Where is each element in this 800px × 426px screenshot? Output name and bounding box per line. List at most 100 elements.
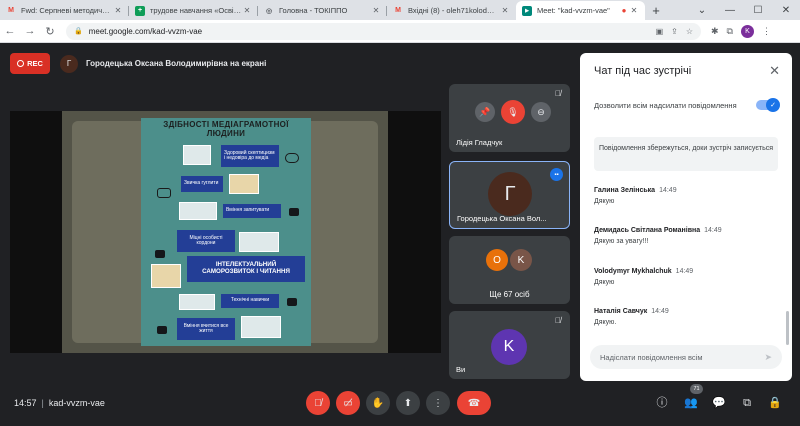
shared-screen[interactable]: ЗДІБНОСТІ МЕДІАГРАМОТНОЇ ЛЮДИНИ Здоровий… (10, 111, 441, 353)
tab-title: Meet: "kad-vvzm-vae" (537, 6, 610, 15)
new-tab-button[interactable]: + (645, 1, 667, 20)
avatar: О (486, 249, 508, 271)
chat-title: Чат під час зустрічі (594, 65, 692, 77)
lock-icon[interactable]: 🔒 (74, 27, 83, 35)
participant-tile[interactable]: 🎙̸ 📌 🎙 ⊖ Лідія Гладчук (449, 84, 570, 152)
chat-scrollbar[interactable] (786, 311, 789, 345)
raise-hand-button[interactable]: ✋ (366, 391, 390, 415)
speaking-indicator-icon: ▪▪ (550, 168, 563, 181)
more-participants-tile[interactable]: О K Ще 67 осіб (449, 236, 570, 304)
gear-icon (289, 208, 299, 216)
chat-input-placeholder: Надіслати повідомлення всім (600, 352, 703, 362)
browser-tab[interactable]: ◎ Головна - ТОКІППО ✕ (258, 1, 387, 20)
people-icon[interactable]: 👥 (682, 394, 700, 412)
message-time: 14:49 (704, 227, 722, 234)
glasses-icon (157, 188, 171, 198)
close-tab-icon[interactable]: ✕ (629, 6, 639, 15)
leave-call-button[interactable]: ☎ (457, 391, 491, 415)
close-tab-icon[interactable]: ✕ (242, 6, 252, 15)
window-controls: ⌄ — ☐ ✕ (688, 0, 800, 20)
meet-window: REC Г Городецька Оксана Володимирівна на… (0, 43, 800, 426)
activities-icon[interactable]: ⧉ (738, 394, 756, 412)
browser-toolbar: ← → ↻ 🔒 meet.google.com/kad-vvzm-vae ▣ ⇪… (0, 20, 800, 43)
close-tab-icon[interactable]: ✕ (500, 6, 510, 15)
participant-avatar: Г (488, 172, 532, 216)
share-icon[interactable]: ⇪ (671, 27, 678, 36)
camera-off-icon: ▭̸ (343, 397, 353, 409)
slide-item-highlight: ІНТЕЛЕКТУАЛЬНИЙ САМОРОЗВИТОК І ЧИТАННЯ (187, 256, 305, 282)
browser-tab[interactable]: M Fwd: Серпневі методичні сту ✕ (0, 1, 129, 20)
recording-badge[interactable]: REC (10, 53, 50, 74)
gmail-icon: M (8, 7, 14, 14)
message-author: Наталія Савчук (594, 308, 648, 315)
browser-tab[interactable]: M Вхідні (8) - oleh71kolod@gm ✕ (387, 1, 516, 20)
extensions-icon[interactable]: ✱ (711, 26, 719, 37)
remove-icon[interactable]: ⊖ (531, 102, 551, 122)
menu-icon[interactable]: ⋮ (762, 26, 771, 37)
message-text: Дякую (594, 279, 615, 286)
presenter-text: Городецька Оксана Володимирівна на екран… (86, 59, 267, 68)
slide-illustration (239, 232, 279, 252)
mic-toggle-button[interactable]: 🎙̸ (306, 391, 330, 415)
tab-title: Вхідні (8) - oleh71kolod@gm (408, 6, 500, 15)
chat-notice: Повідомлення збережуться, доки зустріч з… (594, 137, 778, 171)
puzzle-icon[interactable]: ⧉ (727, 26, 733, 37)
tab-title: Головна - ТОКІППО (279, 6, 348, 15)
message-author: Галина Зелінська (594, 187, 656, 194)
reload-icon[interactable]: ↻ (40, 25, 60, 38)
browser-tab-active[interactable]: ▶ Meet: "kad-vvzm-vae" ● ✕ (516, 1, 645, 20)
browser-tabbar: M Fwd: Серпневі методичні сту ✕ + трудов… (0, 0, 800, 20)
mic-off-icon: 🎙̸ (555, 316, 561, 325)
lamp-icon (155, 250, 165, 258)
minimize-icon[interactable]: — (716, 5, 744, 16)
meeting-time: 14:57 (14, 398, 37, 408)
close-window-icon[interactable]: ✕ (772, 5, 800, 16)
url-text: meet.google.com/kad-vvzm-vae (88, 26, 203, 36)
slide-poster: ЗДІБНОСТІ МЕДІАГРАМОТНОЇ ЛЮДИНИ Здоровий… (141, 118, 311, 346)
mute-participant-button[interactable]: 🎙 (501, 100, 525, 124)
slide-item: Міцні особисті кордони (177, 230, 235, 252)
chat-input[interactable]: Надіслати повідомлення всім ➤ (590, 345, 782, 369)
present-button[interactable]: ⬆ (396, 391, 420, 415)
slide-item: Технічні навички (221, 294, 279, 308)
slide-item: Здоровий скептицизм і недовіра до медіа (221, 145, 279, 167)
slide-illustration (183, 145, 211, 165)
allow-messages-toggle[interactable] (756, 98, 780, 112)
camera-icon[interactable]: ▣ (656, 27, 664, 36)
meeting-code: kad-vvzm-vae (48, 398, 105, 408)
slide-illustration (179, 294, 215, 310)
address-bar[interactable]: 🔒 meet.google.com/kad-vvzm-vae ▣ ⇪ ☆ (66, 22, 701, 40)
pin-icon[interactable]: 📌 (475, 102, 495, 122)
close-tab-icon[interactable]: ✕ (371, 6, 381, 15)
back-icon[interactable]: ← (0, 25, 20, 37)
participant-tile-speaking[interactable]: ▪▪ Г Городецька Оксана Вол... (449, 161, 570, 229)
camera-toggle-button[interactable]: ▭̸ (336, 391, 360, 415)
present-icon: ⬆ (403, 397, 413, 409)
message-time: 14:49 (675, 268, 694, 275)
people-count-badge: 71 (690, 384, 703, 394)
chat-message: Наталія Савчук 14:49 Дякую. (594, 308, 774, 326)
message-time: 14:49 (659, 187, 677, 194)
more-options-button[interactable]: ⋮ (426, 391, 450, 415)
close-icon[interactable]: ✕ (769, 63, 780, 79)
tab-title: Fwd: Серпневі методичні сту (21, 6, 113, 15)
star-icon[interactable]: ☆ (686, 27, 693, 36)
host-controls-icon[interactable]: 🔒 (766, 394, 784, 412)
recording-dot-icon: ● (621, 6, 627, 15)
sheets-icon: + (135, 5, 145, 16)
chat-icon[interactable]: 💬 (710, 394, 728, 412)
close-tab-icon[interactable]: ✕ (113, 6, 123, 15)
self-tile[interactable]: 🎙̸ K Ви (449, 311, 570, 379)
chevron-down-icon[interactable]: ⌄ (688, 5, 716, 16)
browser-tab[interactable]: + трудове навчання «Освіта Т ✕ (129, 1, 258, 20)
send-icon[interactable]: ➤ (764, 352, 772, 363)
presenter-avatar: Г (60, 54, 78, 73)
meeting-details-icon[interactable]: ⓘ (653, 394, 671, 412)
record-icon (17, 60, 25, 67)
maximize-icon[interactable]: ☐ (744, 5, 772, 16)
profile-avatar[interactable]: K (740, 24, 754, 38)
message-time: 14:49 (651, 308, 669, 315)
message-text: Дякую (594, 198, 615, 205)
forward-icon[interactable]: → (20, 25, 40, 37)
meeting-info: 14:57 | kad-vvzm-vae (14, 398, 105, 408)
